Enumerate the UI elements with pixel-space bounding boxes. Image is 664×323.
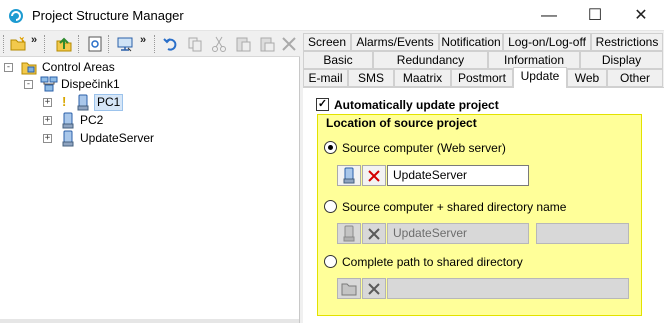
browse-computer-button-disabled — [337, 223, 361, 244]
shared-directory-name-label: Source computer + shared directory name — [342, 200, 567, 214]
expand-toggle[interactable]: + — [43, 98, 52, 107]
tree-label: Control Areas — [42, 60, 115, 74]
complete-path-label: Complete path to shared directory — [342, 255, 523, 269]
clear-x-icon — [368, 170, 380, 182]
collapse-toggle[interactable]: - — [4, 63, 13, 72]
toolbar-separator — [154, 35, 157, 53]
collapse-toggle[interactable]: - — [24, 80, 33, 89]
source-location-legend: Location of source project — [323, 116, 480, 130]
folder-icon — [341, 283, 357, 296]
tab-postmort[interactable]: Postmort — [451, 69, 513, 87]
folder-icon — [21, 62, 37, 75]
tree-node-dispecink1[interactable]: - Dispečink1 — [0, 76, 200, 93]
tab-sms[interactable]: SMS — [348, 69, 394, 87]
clear-path-button-disabled — [362, 278, 386, 299]
tab-other[interactable]: Other — [607, 69, 663, 87]
network-group-icon — [40, 76, 58, 92]
tab-display[interactable]: Display — [580, 51, 663, 69]
properties-pane: Screen Alarms/Events Notification Log-on… — [303, 31, 664, 323]
tab-redundancy[interactable]: Redundancy — [373, 51, 488, 69]
source-computer-field[interactable]: UpdateServer — [387, 165, 529, 186]
toolbar-overflow-chevron[interactable]: » — [31, 34, 37, 46]
browse-computer-button[interactable] — [337, 165, 361, 186]
new-folder-icon[interactable] — [9, 35, 27, 53]
close-button[interactable]: ✕ — [618, 0, 664, 31]
tree-label: UpdateServer — [80, 131, 155, 145]
source-computer-radio[interactable] — [324, 141, 337, 154]
tree-node-pc2[interactable]: + PC2 — [0, 112, 220, 129]
auto-update-checkbox[interactable]: ✓ — [316, 98, 329, 111]
toolbar-separator — [44, 35, 47, 53]
auto-update-label: Automatically update project — [334, 98, 499, 112]
tree-label: PC1 — [94, 94, 124, 111]
delete-icon[interactable] — [280, 35, 298, 53]
expand-toggle[interactable]: + — [43, 134, 52, 143]
toolbar: » » — [0, 31, 300, 57]
undo-icon[interactable] — [162, 35, 180, 53]
computer-icon — [77, 94, 89, 111]
tree-label: PC2 — [80, 113, 104, 127]
toolbar-overflow-chevron[interactable]: » — [140, 34, 146, 46]
tab-screen[interactable]: Screen — [303, 33, 351, 51]
shared-directory-name-radio[interactable] — [324, 200, 337, 213]
shared-directory-field — [536, 223, 629, 244]
tab-web[interactable]: Web — [567, 69, 607, 87]
paste-icon[interactable] — [234, 35, 252, 53]
clear-computer-button-disabled — [362, 223, 386, 244]
maximize-button[interactable]: ☐ — [572, 0, 618, 31]
tab-update[interactable]: Update — [513, 67, 567, 88]
app-logo-icon — [9, 9, 23, 23]
toolbar-separator — [108, 35, 111, 53]
clear-x-icon — [368, 228, 380, 240]
tree-label: Dispečink1 — [61, 77, 120, 91]
cut-icon[interactable] — [210, 35, 228, 53]
structure-pane: » » - Control Areas - Dispečink1 + ! PC1… — [0, 31, 300, 323]
tab-notification[interactable]: Notification — [439, 33, 503, 51]
computer-icon — [62, 112, 74, 129]
toolbar-separator — [78, 35, 81, 53]
browse-folder-button-disabled — [337, 278, 361, 299]
window-title: Project Structure Manager — [32, 8, 184, 23]
computer-icon — [343, 167, 355, 184]
toolbar-grip — [3, 35, 6, 53]
network-icon[interactable] — [116, 35, 134, 53]
tab-logon-logoff[interactable]: Log-on/Log-off — [503, 33, 591, 51]
complete-path-field — [387, 278, 629, 299]
clear-computer-button[interactable] — [362, 165, 386, 186]
tab-restrictions[interactable]: Restrictions — [591, 33, 663, 51]
clear-x-icon — [368, 283, 380, 295]
tab-basic[interactable]: Basic — [303, 51, 373, 69]
move-up-icon[interactable] — [55, 35, 73, 53]
copy-icon[interactable] — [186, 35, 204, 53]
tab-email[interactable]: E-mail — [303, 69, 348, 87]
tree-node-updateserver[interactable]: + UpdateServer — [0, 130, 220, 147]
expand-toggle[interactable]: + — [43, 116, 52, 125]
source-computer-label: Source computer (Web server) — [342, 141, 506, 155]
tree-node-pc1[interactable]: + ! PC1 — [0, 94, 220, 111]
paste-special-icon[interactable] — [258, 35, 276, 53]
shared-computer-field: UpdateServer — [387, 223, 529, 244]
complete-path-radio[interactable] — [324, 255, 337, 268]
minimize-button[interactable]: — — [526, 0, 572, 31]
horizontal-scrollbar[interactable] — [0, 319, 299, 323]
tab-maatrix[interactable]: Maatrix — [394, 69, 451, 87]
tree-node-control-areas[interactable]: - Control Areas — [0, 59, 200, 76]
warning-icon: ! — [62, 94, 67, 109]
title-bar: Project Structure Manager — ☐ ✕ — [0, 0, 664, 31]
preview-icon[interactable] — [86, 35, 104, 53]
computer-icon — [343, 225, 355, 242]
tab-alarms-events[interactable]: Alarms/Events — [351, 33, 439, 51]
update-tab-panel: ✓ Automatically update project Location … — [303, 87, 664, 323]
computer-icon — [62, 130, 74, 147]
